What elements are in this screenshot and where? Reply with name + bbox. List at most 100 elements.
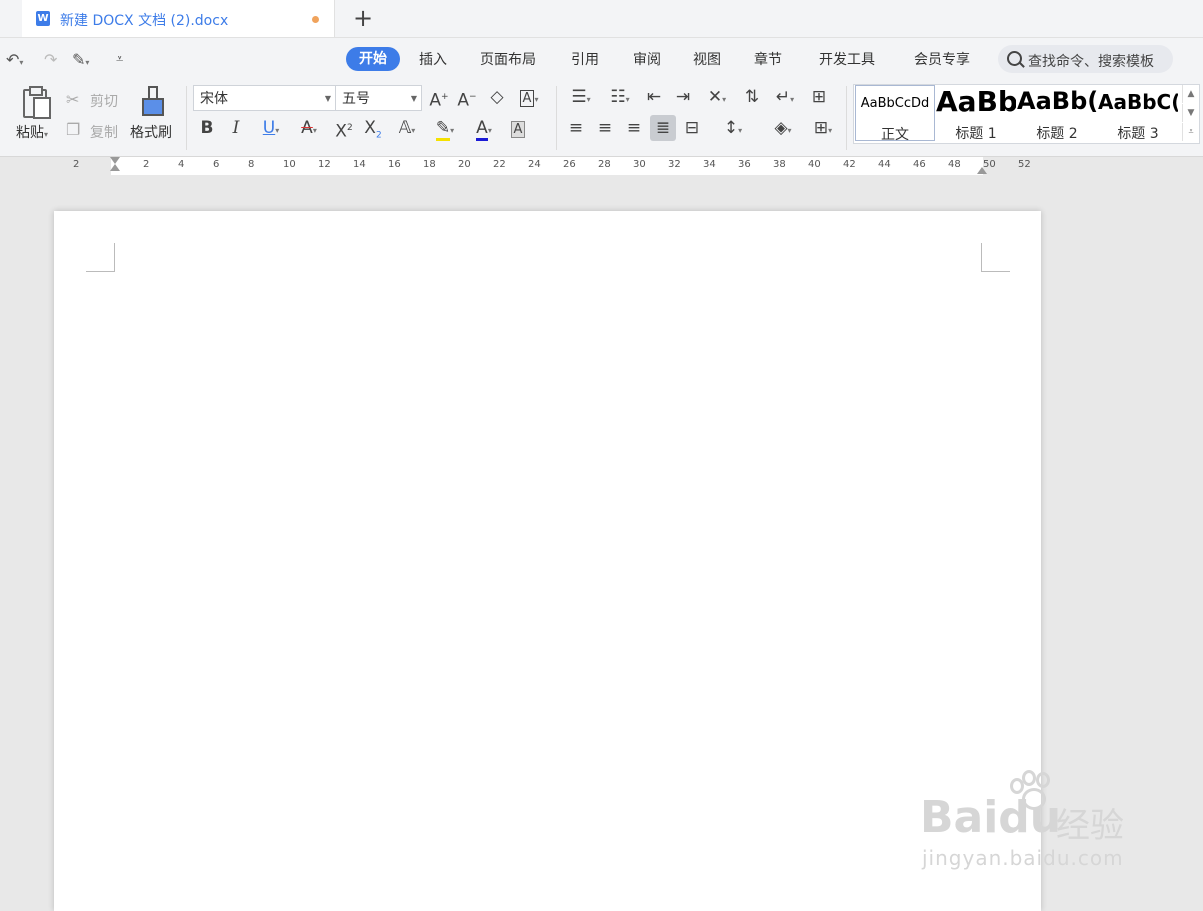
ruler-number: 10 — [283, 159, 296, 170]
document-page[interactable] — [54, 211, 1041, 911]
font-color-icon[interactable]: A▾ — [468, 117, 500, 142]
chinese-layout-icon[interactable]: ✕▾ — [700, 86, 734, 111]
paragraph-shading-icon[interactable]: ◈▾ — [766, 117, 800, 142]
grow-font-icon[interactable]: A+ — [428, 86, 450, 112]
ruler-number: 16 — [388, 159, 401, 170]
watermark-cn: 经验 — [1056, 806, 1124, 846]
underline-icon[interactable]: U▾ — [254, 117, 288, 142]
paste-icon[interactable] — [20, 86, 51, 119]
right-indent-marker-icon[interactable] — [977, 167, 987, 174]
align-right-icon[interactable]: ≡ — [622, 117, 646, 139]
justify-icon[interactable]: ≣ — [650, 115, 676, 141]
redo-icon[interactable]: ↷ — [44, 50, 57, 69]
font-size-value: 五号 — [342, 91, 370, 107]
numbered-list-icon[interactable]: ☷▾ — [603, 86, 637, 111]
align-center-icon[interactable]: ≡ — [593, 117, 617, 139]
gallery-scroll-up-icon[interactable]: ▲ — [1182, 85, 1199, 103]
menu-tab-member[interactable]: 会员专享 — [914, 49, 970, 69]
style-normal[interactable]: AaBbCcDd 正文 — [855, 85, 935, 143]
italic-icon[interactable]: I — [225, 117, 247, 139]
copy-button[interactable]: 复制 — [90, 122, 118, 142]
horizontal-ruler[interactable]: 2 2 4 6 8 10 12 14 16 18 20 22 24 26 28 30 32 34 36 38 40 42 4… — [63, 157, 1041, 175]
gallery-scroll-down-icon[interactable]: ▼ — [1182, 104, 1199, 122]
style-sample: AaBbC( — [1098, 90, 1178, 114]
paw-icon — [1008, 770, 1054, 810]
ruler-number: 32 — [668, 159, 681, 170]
character-shading-icon[interactable]: A — [507, 117, 529, 141]
style-name: 正文 — [881, 127, 909, 143]
font-size-select[interactable]: 五号 ▼ — [335, 85, 422, 111]
shrink-font-icon[interactable]: A− — [456, 86, 478, 112]
bold-icon[interactable]: B — [196, 117, 218, 139]
highlight-color-icon[interactable]: ✎▾ — [428, 117, 462, 142]
tab-bar: W 新建 DOCX 文档 (2).docx + — [0, 0, 1203, 38]
clear-format-icon[interactable]: ◇ — [486, 86, 508, 108]
ruler-number: 28 — [598, 159, 611, 170]
ruler-number: 40 — [808, 159, 821, 170]
ruler-number: 4 — [178, 159, 185, 170]
cut-icon[interactable]: ✂ — [66, 90, 79, 109]
customize-quick-access-icon[interactable]: ⩡ — [116, 52, 123, 67]
chevron-down-icon: ▼ — [324, 94, 331, 103]
unsaved-indicator — [312, 16, 319, 23]
bullet-list-icon[interactable]: ☰▾ — [564, 86, 598, 111]
watermark-url: jingyan.baidu.com — [922, 846, 1124, 870]
chevron-down-icon: ▼ — [410, 94, 417, 103]
undo-icon[interactable]: ↶▾ — [6, 50, 23, 69]
show-marks-icon[interactable]: ↵▾ — [768, 86, 802, 111]
ruler-number: 38 — [773, 159, 786, 170]
menu-tab-view[interactable]: 视图 — [693, 49, 721, 69]
menu-tab-developer[interactable]: 开发工具 — [819, 49, 875, 69]
text-effect-icon[interactable]: 𝔸▾ — [391, 117, 423, 142]
strikethrough-icon[interactable]: A▾ — [292, 117, 326, 142]
command-search[interactable]: 查找命令、搜索模板 — [998, 45, 1173, 73]
menu-tab-review[interactable]: 审阅 — [633, 49, 661, 69]
divider — [556, 86, 557, 150]
menu-tab-references[interactable]: 引用 — [571, 49, 599, 69]
margin-corner-mark — [86, 243, 115, 272]
character-border-icon[interactable]: A ▾ — [514, 86, 544, 111]
paste-button[interactable]: 粘贴▾ — [16, 122, 48, 142]
highlighter-quick-icon[interactable]: ✎▾ — [72, 50, 89, 69]
ruler-number: 44 — [878, 159, 891, 170]
menu-tab-section[interactable]: 章节 — [754, 49, 782, 69]
ruler-number: 24 — [528, 159, 541, 170]
ruler-number: 22 — [493, 159, 506, 170]
distributed-align-icon[interactable]: ⊟ — [680, 117, 704, 139]
decrease-indent-icon[interactable]: ⇤ — [642, 86, 666, 108]
align-left-icon[interactable]: ≡ — [564, 117, 588, 139]
increase-indent-icon[interactable]: ⇥ — [671, 86, 695, 108]
sort-icon[interactable]: ⇅ — [740, 86, 764, 108]
table-tools-icon[interactable]: ⊞ — [806, 86, 832, 108]
gallery-expand-icon[interactable]: ⩡ — [1182, 123, 1199, 141]
line-spacing-icon[interactable]: ↕▾ — [716, 117, 750, 142]
indent-marker-icon[interactable] — [110, 157, 120, 175]
ruler-number: 30 — [633, 159, 646, 170]
divider — [186, 86, 187, 150]
copy-icon[interactable]: ❐ — [66, 120, 80, 139]
document-tab[interactable]: W 新建 DOCX 文档 (2).docx — [22, 0, 335, 37]
style-heading-1[interactable]: AaBb 标题 1 — [936, 85, 1016, 142]
menu-tab-page-layout[interactable]: 页面布局 — [480, 49, 536, 69]
ruler-number: 6 — [213, 159, 220, 170]
subscript-icon[interactable]: X2 — [360, 117, 386, 146]
menu-tab-insert[interactable]: 插入 — [419, 49, 447, 69]
format-painter-button[interactable]: 格式刷 — [130, 122, 172, 142]
ruler-number: 26 — [563, 159, 576, 170]
font-name-select[interactable]: 宋体 ▼ — [193, 85, 336, 111]
style-heading-3[interactable]: AaBbC( 标题 3 — [1098, 85, 1178, 142]
ruler-number: 52 — [1018, 159, 1031, 170]
ruler-number: 36 — [738, 159, 751, 170]
format-painter-icon[interactable] — [142, 86, 164, 116]
document-tab-title: 新建 DOCX 文档 (2).docx — [60, 13, 229, 29]
new-tab-button[interactable]: + — [350, 4, 376, 32]
style-heading-2[interactable]: AaBb( 标题 2 — [1017, 85, 1097, 142]
style-name: 标题 1 — [955, 126, 997, 142]
borders-icon[interactable]: ⊞▾ — [806, 117, 840, 142]
menu-tab-start[interactable]: 开始 — [346, 47, 400, 71]
ruler-number: 8 — [248, 159, 255, 170]
cut-button[interactable]: 剪切 — [90, 91, 118, 111]
superscript-icon[interactable]: X2 — [331, 117, 357, 143]
search-placeholder: 查找命令、搜索模板 — [1028, 54, 1154, 70]
style-sample: AaBb — [936, 85, 1016, 118]
